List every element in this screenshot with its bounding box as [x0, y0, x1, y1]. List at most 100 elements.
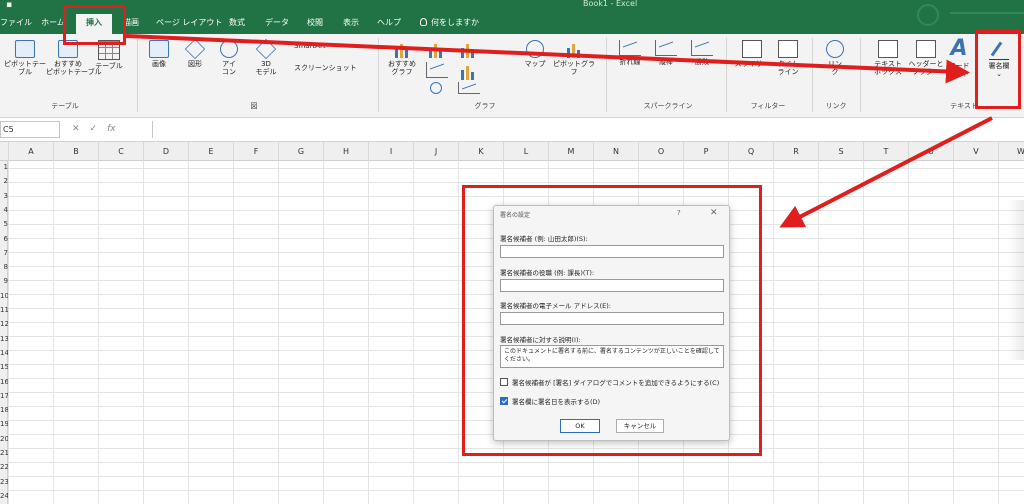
row-header[interactable]: 20 [0, 435, 9, 443]
pivot-table-button[interactable]: ピボットテー ブル [2, 40, 48, 76]
sparkline-winloss-button[interactable]: 勝敗 [686, 40, 718, 66]
picture-icon [149, 40, 169, 58]
3d-models-button[interactable]: 3D モデル [248, 38, 284, 76]
row-header[interactable]: 5 [0, 220, 8, 228]
header-footer-button[interactable]: ヘッダーと フッター [906, 40, 946, 76]
row-header[interactable]: 13 [0, 335, 9, 343]
slicer-button[interactable]: スライサー [732, 40, 772, 68]
tab-formulas[interactable]: 数式 [226, 14, 248, 34]
maps-button[interactable]: マップ [520, 40, 550, 68]
row-header[interactable]: 22 [0, 463, 9, 471]
screenshot-button[interactable]: スクリーンショット [294, 64, 370, 72]
row-header[interactable]: 21 [0, 449, 9, 457]
column-header[interactable]: K [458, 142, 503, 161]
column-header[interactable]: W [998, 142, 1024, 161]
row-header[interactable]: 3 [0, 192, 8, 200]
shapes-button[interactable]: 図形 [180, 38, 210, 68]
column-header[interactable]: P [683, 142, 728, 161]
highlight-insert-tab [63, 5, 126, 45]
column-header[interactable]: N [593, 142, 638, 161]
smartart-button[interactable]: SmartArt [294, 42, 360, 50]
scatter-chart-icon[interactable] [458, 82, 480, 96]
row-header[interactable]: 23 [0, 478, 9, 486]
column-header[interactable]: J [413, 142, 458, 161]
text-box-button[interactable]: テキスト ボックス [868, 40, 908, 76]
row-header[interactable]: 6 [0, 235, 8, 243]
tab-view[interactable]: 表示 [340, 14, 362, 34]
tab-review[interactable]: 校閲 [304, 14, 326, 34]
name-box[interactable]: C5 [0, 121, 60, 138]
row-header[interactable]: 11 [0, 306, 9, 314]
column-header[interactable]: U [908, 142, 953, 161]
column-header[interactable]: S [818, 142, 863, 161]
row-headers: 1 2 3 4 5 6 7 8 9 10 11 12 13 14 15 16 17 18 19 20 21 22 23 24 [0, 161, 9, 504]
statistic-chart-icon[interactable] [458, 62, 478, 82]
sparkline-line-button[interactable]: 折れ線 [612, 40, 648, 66]
row-header[interactable]: 4 [0, 206, 8, 214]
column-header[interactable]: M [548, 142, 593, 161]
column-header[interactable]: T [863, 142, 908, 161]
row-header[interactable]: 9 [0, 277, 8, 285]
row-header[interactable]: 10 [0, 292, 9, 300]
row-header[interactable]: 16 [0, 378, 9, 386]
row-header[interactable]: 2 [0, 177, 8, 185]
timeline-button[interactable]: タイム ライン [772, 40, 804, 76]
pivot-chart-button[interactable]: ピボットグラフ [552, 40, 596, 76]
icons-button[interactable]: アイ コン [214, 40, 244, 76]
column-header[interactable]: C [98, 142, 143, 161]
row-header[interactable]: 17 [0, 392, 9, 400]
pie-chart-icon[interactable] [426, 82, 446, 96]
column-chart-icon[interactable] [426, 40, 446, 60]
slicer-icon [742, 40, 762, 58]
column-header[interactable]: O [638, 142, 683, 161]
link-label: リン ク [828, 60, 842, 76]
line-chart-icon[interactable] [426, 62, 448, 80]
tell-me-search[interactable]: 何をしますか [420, 14, 479, 34]
row-header[interactable]: 14 [0, 349, 9, 357]
column-gridline [863, 161, 864, 504]
sparkline-column-button[interactable]: 縦棒 [650, 40, 682, 66]
pictures-label: 画像 [152, 60, 166, 68]
row-header[interactable]: 1 [0, 163, 8, 171]
group-separator [860, 38, 861, 112]
column-header[interactable]: V [953, 142, 998, 161]
decorative-circle [917, 4, 939, 26]
enter-icon[interactable]: ✓ [90, 124, 108, 134]
fx-icon[interactable]: fx [107, 124, 116, 134]
row-header[interactable]: 15 [0, 363, 9, 371]
column-header[interactable]: R [773, 142, 818, 161]
group-separator [726, 38, 727, 112]
recommended-charts-button[interactable]: おすすめ グラフ [384, 40, 420, 76]
row-header[interactable]: 12 [0, 320, 9, 328]
tab-data[interactable]: データ [264, 14, 290, 34]
column-header[interactable]: E [188, 142, 233, 161]
column-header[interactable]: G [278, 142, 323, 161]
tab-help[interactable]: ヘルプ [376, 14, 402, 34]
hierarchy-chart-icon[interactable] [458, 40, 478, 60]
tab-file[interactable]: ファイル [0, 14, 32, 34]
row-header[interactable]: 8 [0, 263, 8, 271]
column-header[interactable]: F [233, 142, 278, 161]
wordart-button[interactable]: A ワード アート [944, 38, 974, 79]
text-box-label: テキスト ボックス [874, 60, 902, 76]
cancel-icon[interactable]: ✕ [72, 124, 90, 134]
column-header[interactable]: A [8, 142, 53, 161]
link-button[interactable]: リン ク [820, 40, 850, 76]
row-header[interactable]: 18 [0, 406, 9, 414]
column-gridline [368, 161, 369, 504]
pictures-button[interactable]: 画像 [144, 40, 174, 68]
shapes-label: 図形 [188, 60, 202, 68]
column-header[interactable]: H [323, 142, 368, 161]
column-header[interactable]: L [503, 142, 548, 161]
column-header[interactable]: D [143, 142, 188, 161]
row-header[interactable]: 19 [0, 420, 9, 428]
column-header[interactable]: B [53, 142, 98, 161]
tab-page-layout[interactable]: ページ レイアウト [156, 14, 222, 34]
formula-input[interactable] [152, 121, 1024, 138]
column-header[interactable]: I [368, 142, 413, 161]
row-header[interactable]: 7 [0, 249, 8, 257]
recommended-pivot-button[interactable]: おすすめ ピボットテーブル [46, 40, 102, 76]
row-header[interactable]: 24 [0, 492, 9, 500]
save-icon[interactable]: ▪ [6, 0, 12, 10]
column-header[interactable]: Q [728, 142, 773, 161]
